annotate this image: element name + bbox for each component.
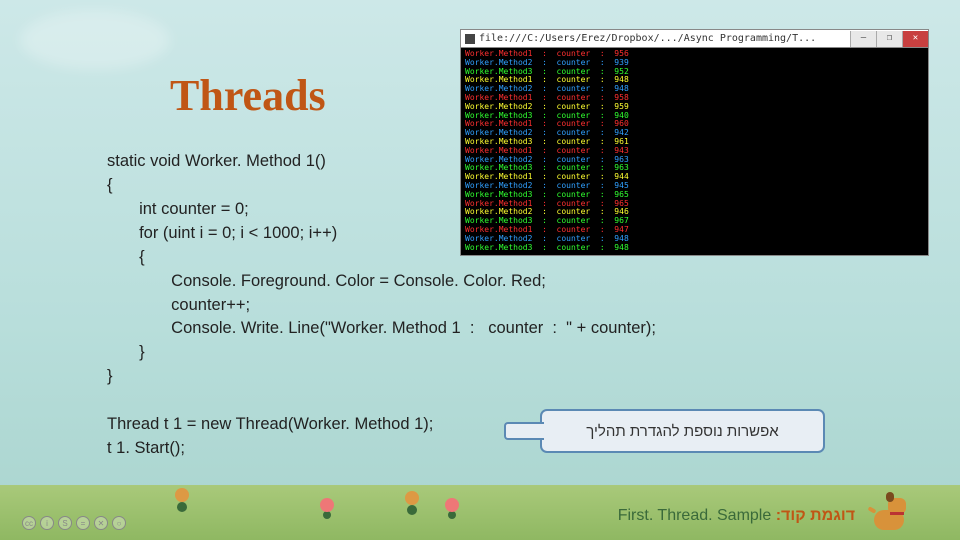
slide-title: Threads [170,70,326,121]
dog-decoration [870,492,912,530]
flower-decoration [445,498,459,512]
cc-badges: cciS = ✕ ○ [22,516,126,530]
cc-badge: cc [22,516,36,530]
cc-badge: = [76,516,90,530]
console-body: Worker.Method1 : counter : 956Worker.Met… [461,48,928,254]
console-line: Worker.Method3 : counter : 948 [465,244,924,253]
console-window: file:///C:/Users/Erez/Dropbox/.../Async … [461,30,928,255]
maximize-button[interactable]: ❐ [876,31,902,47]
footer-text: דוגמת קוד: First. Thread. Sample [618,507,855,525]
callout-text: אפשרות נוספת להגדרת תהליך [586,423,778,440]
footer-hebrew: דוגמת קוד: [776,507,855,524]
callout-bubble: אפשרות נוספת להגדרת תהליך [540,409,825,453]
cc-badge: ✕ [94,516,108,530]
minimize-button[interactable]: – [850,31,876,47]
cloud-decoration [20,10,170,70]
cc-badge: ○ [112,516,126,530]
console-titlebar: file:///C:/Users/Erez/Dropbox/.../Async … [461,30,928,48]
cc-badge: S [58,516,72,530]
cc-badge: i [40,516,54,530]
flower-decoration [175,488,189,502]
footer-latin: First. Thread. Sample [618,507,772,524]
console-title: file:///C:/Users/Erez/Dropbox/.../Async … [479,33,816,44]
app-icon [465,34,475,44]
flower-decoration [320,498,334,512]
flower-decoration [405,491,419,505]
close-button[interactable]: ✕ [902,31,928,47]
